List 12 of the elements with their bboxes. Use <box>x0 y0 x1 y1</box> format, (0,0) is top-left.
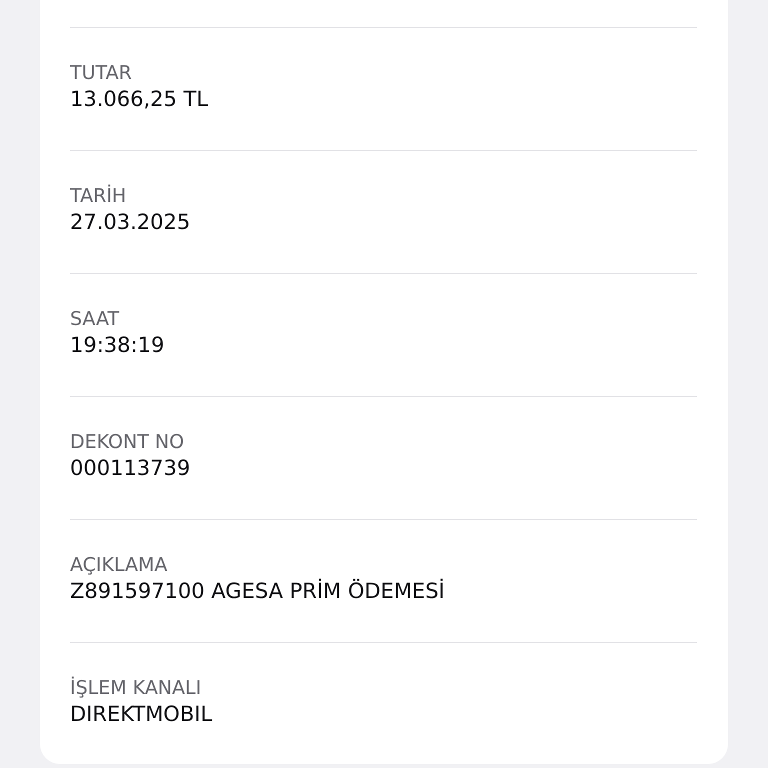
field-value: 000113739 <box>70 455 190 482</box>
field-label: TARİH <box>70 184 126 208</box>
field-label: İŞLEM KANALI <box>70 676 202 700</box>
field-label: TUTAR <box>70 61 132 85</box>
field-label: AÇIKLAMA <box>70 553 168 577</box>
field-value: 19:38:19 <box>70 332 164 359</box>
field-value: 27.03.2025 <box>70 209 190 236</box>
field-label: DEKONT NO <box>70 430 184 454</box>
field-value: Z891597100 AGESA PRİM ÖDEMESİ <box>70 578 445 605</box>
field-label: SAAT <box>70 307 120 331</box>
field-value: 13.066,25 TL <box>70 86 208 113</box>
field-value: DIREKTMOBIL <box>70 701 212 728</box>
